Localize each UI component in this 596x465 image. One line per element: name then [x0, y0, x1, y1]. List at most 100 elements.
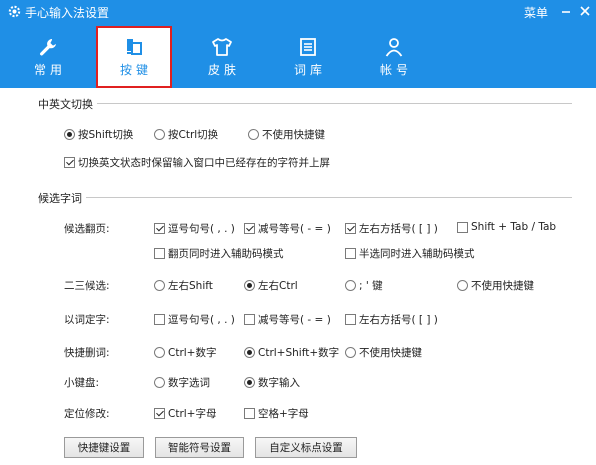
option-label: 左右Shift [168, 280, 213, 292]
radio-second-third-semicolon[interactable]: ; ' 键 [345, 278, 383, 293]
radio-keypad-input[interactable]: 数字输入 [244, 375, 300, 390]
option-label: 逗号句号( , . ) [168, 223, 235, 235]
tab-label: 帐号 [379, 63, 412, 77]
radio-second-third-ctrl[interactable]: 左右Ctrl [244, 278, 298, 293]
option-label: Shift + Tab / Tab [471, 221, 557, 233]
radio-indicator [244, 377, 255, 388]
hotkey-settings-button[interactable]: 快捷键设置 [64, 437, 144, 458]
checkbox-indicator [345, 223, 356, 234]
radio-indicator [154, 347, 165, 358]
checkbox-word-minus-equal[interactable]: 减号等号( - = ) [244, 312, 331, 327]
checkbox-indicator [244, 314, 255, 325]
option-label: 左右Ctrl [258, 280, 298, 292]
option-label: 数字输入 [258, 377, 300, 389]
radio-ctrl-switch[interactable]: 按Ctrl切换 [154, 127, 218, 142]
radio-indicator [244, 280, 255, 291]
close-button[interactable] [576, 2, 594, 20]
quick-delete-label: 快捷删词: [64, 347, 110, 359]
option-label: 不使用快捷键 [471, 280, 534, 292]
radio-no-hotkey-switch[interactable]: 不使用快捷键 [248, 127, 325, 142]
checkbox-locate-space-letter[interactable]: 空格+字母 [244, 406, 309, 421]
option-label: 按Ctrl切换 [168, 129, 219, 141]
radio-delete-ctrl-number[interactable]: Ctrl+数字 [154, 345, 216, 360]
option-label: 半选同时进入辅助码模式 [359, 248, 475, 260]
checkbox-word-brackets[interactable]: 左右方括号( [ ] ) [345, 312, 438, 327]
tab-account[interactable]: 帐号 [356, 32, 432, 84]
option-label: 数字选词 [168, 377, 210, 389]
option-label: ; ' 键 [359, 280, 383, 292]
tab-lexicon[interactable]: 词库 [270, 32, 346, 84]
radio-delete-none[interactable]: 不使用快捷键 [345, 345, 422, 360]
tab-label: 按键 [119, 63, 152, 77]
tab-label: 皮肤 [207, 63, 240, 77]
checkbox-semiselect-aux-mode[interactable]: 半选同时进入辅助码模式 [345, 246, 475, 261]
menu-button[interactable]: 菜单 [524, 4, 548, 21]
option-label: 按Shift切换 [78, 129, 134, 141]
checkbox-indicator [244, 408, 255, 419]
radio-indicator [154, 280, 165, 291]
radio-second-third-shift[interactable]: 左右Shift [154, 278, 213, 293]
tab-common[interactable]: 常用 [10, 32, 86, 84]
option-label: 空格+字母 [258, 408, 309, 420]
checkbox-keep-text[interactable]: 切换英文状态时保留输入窗口中已经存在的字符并上屏 [64, 155, 330, 170]
smart-symbol-settings-button[interactable]: 智能符号设置 [155, 437, 244, 458]
radio-delete-ctrl-shift-number[interactable]: Ctrl+Shift+数字 [244, 345, 339, 360]
checkbox-indicator [154, 248, 165, 259]
checkbox-paging-minus-equal[interactable]: 减号等号( - = ) [244, 221, 331, 236]
custom-punct-settings-button[interactable]: 自定义标点设置 [255, 437, 357, 458]
checkbox-indicator [154, 223, 165, 234]
checkbox-indicator [345, 248, 356, 259]
wrench-icon [40, 39, 56, 56]
radio-indicator [64, 129, 75, 140]
window-title: 手心输入法设置 [25, 6, 110, 20]
section-title-switch: 中英文切换 [38, 96, 97, 112]
option-label: 左右方括号( [ ] ) [359, 314, 438, 326]
tab-keys[interactable]: 按键 [96, 26, 172, 88]
checkbox-indicator [244, 223, 255, 234]
radio-second-third-none[interactable]: 不使用快捷键 [457, 278, 534, 293]
locate-edit-label: 定位修改: [64, 408, 110, 420]
tshirt-icon [212, 38, 232, 56]
second-third-label: 二三候选: [64, 280, 110, 292]
tab-label: 常用 [33, 63, 66, 77]
tab-bar: 常用 按键 皮肤 词库 帐号 [0, 24, 596, 88]
title-bar: 手心输入法设置 菜单 [0, 0, 596, 24]
section-divider [40, 197, 572, 198]
word-to-char-label: 以词定字: [64, 314, 110, 326]
keyboard-icon [127, 39, 142, 55]
radio-indicator [457, 280, 468, 291]
checkbox-paging-aux-mode[interactable]: 翻页同时进入辅助码模式 [154, 246, 284, 261]
option-label: 减号等号( - = ) [258, 223, 331, 235]
option-label: Ctrl+数字 [168, 347, 217, 359]
checkbox-indicator [457, 221, 468, 233]
checkbox-indicator [345, 314, 356, 325]
minimize-button[interactable] [557, 2, 575, 20]
radio-indicator [154, 129, 165, 140]
radio-indicator [345, 347, 356, 358]
option-label: 不使用快捷键 [262, 129, 325, 141]
radio-indicator [244, 347, 255, 358]
checkbox-paging-shift-tab[interactable]: Shift + Tab / Tab [457, 221, 556, 233]
paging-label: 候选翻页: [64, 223, 110, 235]
tab-skin[interactable]: 皮肤 [184, 32, 260, 84]
user-icon [385, 38, 403, 57]
option-label: 逗号句号( , . ) [168, 314, 235, 326]
gear-icon [8, 5, 21, 18]
radio-keypad-select[interactable]: 数字选词 [154, 375, 210, 390]
checkbox-indicator [154, 408, 165, 419]
checkbox-locate-ctrl-letter[interactable]: Ctrl+字母 [154, 406, 216, 421]
radio-shift-switch[interactable]: 按Shift切换 [64, 127, 133, 142]
option-label: 左右方括号( [ ] ) [359, 223, 438, 235]
checkbox-word-comma-period[interactable]: 逗号句号( , . ) [154, 312, 235, 327]
option-label: Ctrl+字母 [168, 408, 217, 420]
tab-label: 词库 [293, 63, 326, 77]
option-label: 翻页同时进入辅助码模式 [168, 248, 284, 260]
option-label: 切换英文状态时保留输入窗口中已经存在的字符并上屏 [78, 157, 330, 169]
checkbox-paging-comma-period[interactable]: 逗号句号( , . ) [154, 221, 235, 236]
radio-indicator [345, 280, 356, 291]
checkbox-paging-brackets[interactable]: 左右方括号( [ ] ) [345, 221, 438, 236]
option-label: Ctrl+Shift+数字 [258, 347, 340, 359]
option-label: 减号等号( - = ) [258, 314, 331, 326]
section-title-candidates: 候选字词 [38, 190, 86, 206]
book-icon [300, 38, 316, 56]
